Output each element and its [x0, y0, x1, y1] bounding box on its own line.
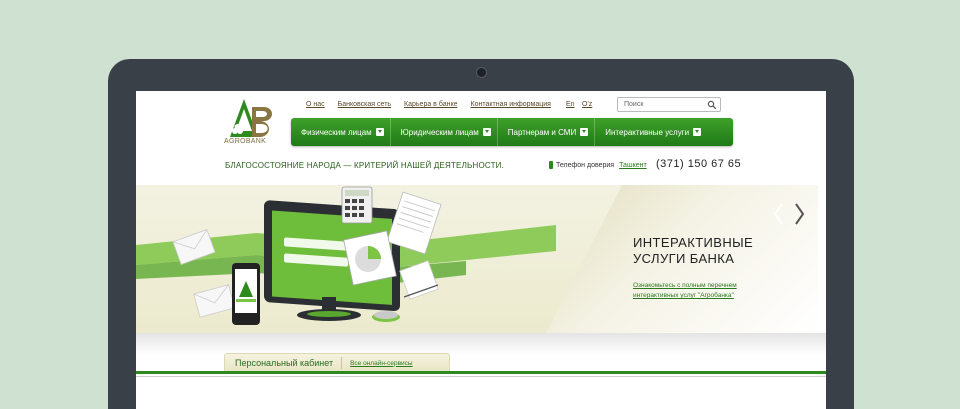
online-services-link[interactable]: Все онлайн-сервисы	[350, 360, 413, 367]
nav-individuals[interactable]: Физическим лицам	[291, 118, 391, 146]
logo-text: AGROBANK	[224, 138, 267, 145]
nav-label: Интерактивные услуги	[605, 127, 690, 137]
lang-en[interactable]: En	[566, 101, 575, 108]
link-careers[interactable]: Карьера в банке	[404, 101, 457, 108]
banner-link-line2: интерактивных услуг "Агробанка"	[633, 292, 734, 299]
hotline: Телефон доверия Ташкент	[549, 161, 647, 169]
banner-title-line2: УСЛУГИ БАНКА	[633, 251, 735, 266]
banner-illustration	[136, 186, 556, 325]
hotline-label: Телефон доверия	[556, 161, 615, 169]
banner-shadow	[136, 333, 826, 355]
chevron-down-icon	[693, 128, 702, 136]
webcam	[476, 67, 487, 78]
link-about[interactable]: О нас	[306, 101, 325, 108]
chevron-down-icon	[482, 128, 491, 136]
nav-label: Партнерам и СМИ	[507, 127, 577, 137]
hotline-city-link[interactable]: Ташкент	[619, 162, 647, 169]
search-placeholder: Поиск	[624, 101, 644, 108]
browser-viewport: AGROBANK О нас Банковская сеть Карьера в…	[136, 91, 826, 409]
chevron-down-icon	[580, 128, 589, 136]
link-contacts[interactable]: Контактная информация	[471, 101, 551, 108]
phone-icon	[549, 161, 553, 169]
banner-link-line1: Ознакомьтесь с полным перечнем	[633, 282, 737, 289]
nav-partners-media[interactable]: Партнерам и СМИ	[498, 118, 596, 146]
chevron-left-icon[interactable]	[770, 201, 788, 227]
personal-cabinet-tab[interactable]: Персональный кабинет Все онлайн-сервисы	[224, 353, 450, 372]
cabinet-title[interactable]: Персональный кабинет	[235, 358, 333, 368]
tagline: БЛАГОСОСТОЯНИЕ НАРОДА — КРИТЕРИЙ НАШЕЙ Д…	[225, 161, 505, 170]
hotline-number: (371) 150 67 65	[656, 158, 742, 170]
top-links: О нас Банковская сеть Карьера в банке Ко…	[306, 101, 564, 108]
banner-title-line1: ИНТЕРАКТИВНЫЕ	[633, 235, 754, 250]
banner-details-link[interactable]: Ознакомьтесь с полным перечнем интеракти…	[633, 281, 737, 301]
nav-interactive-services[interactable]: Интерактивные услуги	[595, 118, 707, 146]
banner-title: ИНТЕРАКТИВНЫЕ УСЛУГИ БАНКА	[633, 235, 753, 267]
search-icon[interactable]	[707, 100, 717, 110]
nav-legal-entities[interactable]: Юридическим лицам	[391, 118, 498, 146]
hero-banner[interactable]: ИНТЕРАКТИВНЫЕ УСЛУГИ БАНКА Ознакомьтесь …	[136, 185, 818, 333]
lang-uz[interactable]: O'z	[582, 101, 592, 108]
laptop-frame: AGROBANK О нас Банковская сеть Карьера в…	[108, 59, 854, 409]
nav-label: Физическим лицам	[301, 127, 372, 137]
search-input[interactable]: Поиск	[617, 97, 721, 112]
link-bank-network[interactable]: Банковская сеть	[338, 101, 391, 108]
divider	[341, 357, 343, 369]
section-divider-thin	[136, 376, 826, 377]
chevron-right-icon[interactable]	[790, 201, 808, 227]
section-divider	[136, 371, 826, 374]
chevron-down-icon	[375, 128, 384, 136]
nav-label: Юридическим лицам	[400, 127, 479, 137]
main-nav: Физическим лицам Юридическим лицам Партн…	[291, 118, 733, 146]
